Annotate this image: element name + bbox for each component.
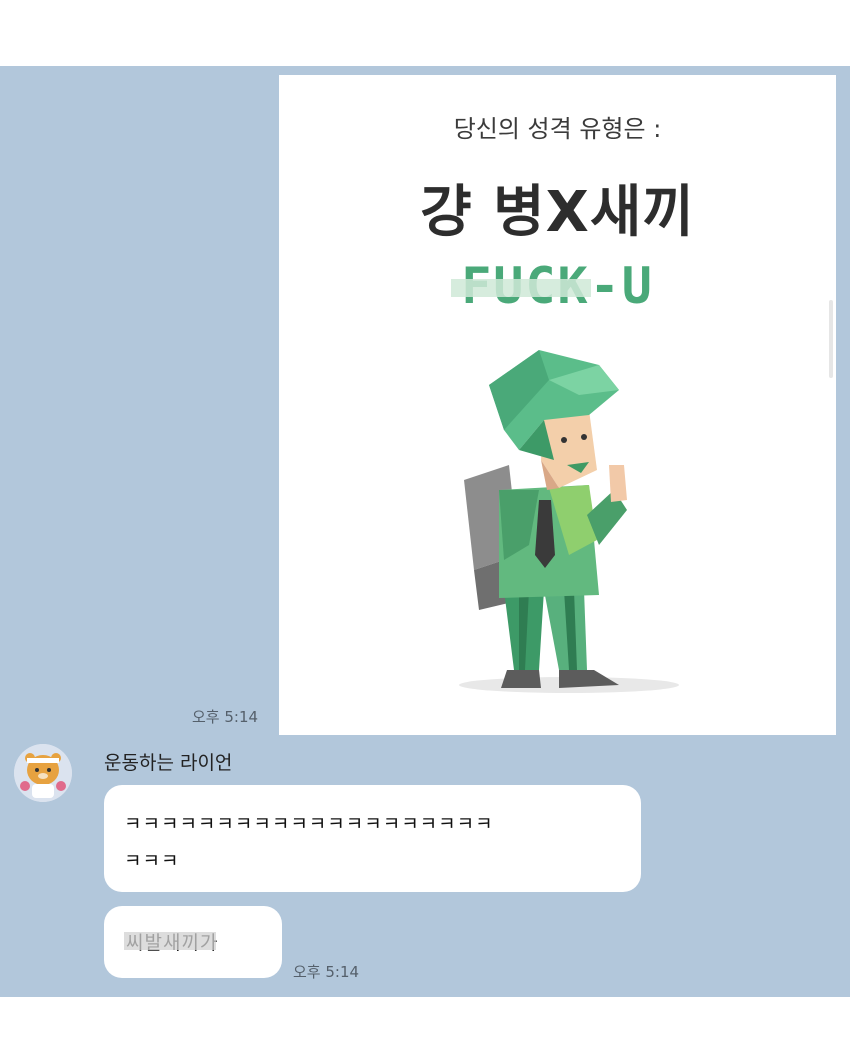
blur-censor [124, 932, 216, 950]
scrollbar[interactable] [829, 300, 833, 378]
ryan-avatar-icon[interactable] [14, 744, 72, 802]
low-poly-character-icon [459, 350, 679, 693]
message-line-2: ㅋㅋㅋ [124, 850, 180, 872]
received-message-time: 오후 5:14 [293, 963, 360, 981]
image-title: 걍 병X새끼 [420, 180, 695, 245]
message-line-1: ㅋㅋㅋㅋㅋㅋㅋㅋㅋㅋㅋㅋㅋㅋㅋㅋㅋㅋㅋㅋ [124, 813, 494, 835]
image-subtitle: 당신의 성격 유형은 : [453, 115, 662, 143]
message-bubble[interactable]: 씨발새끼가 [104, 906, 282, 978]
blur-censor [451, 279, 591, 297]
image-message[interactable]: 당신의 성격 유형은 : 걍 병X새끼 FUCK-U [279, 75, 836, 735]
sender-name: 운동하는 라이언 [104, 752, 233, 774]
message-bubble[interactable]: ㅋㅋㅋㅋㅋㅋㅋㅋㅋㅋㅋㅋㅋㅋㅋㅋㅋㅋㅋㅋ ㅋㅋㅋ [104, 785, 641, 892]
image-message-time: 오후 5:14 [192, 708, 259, 726]
